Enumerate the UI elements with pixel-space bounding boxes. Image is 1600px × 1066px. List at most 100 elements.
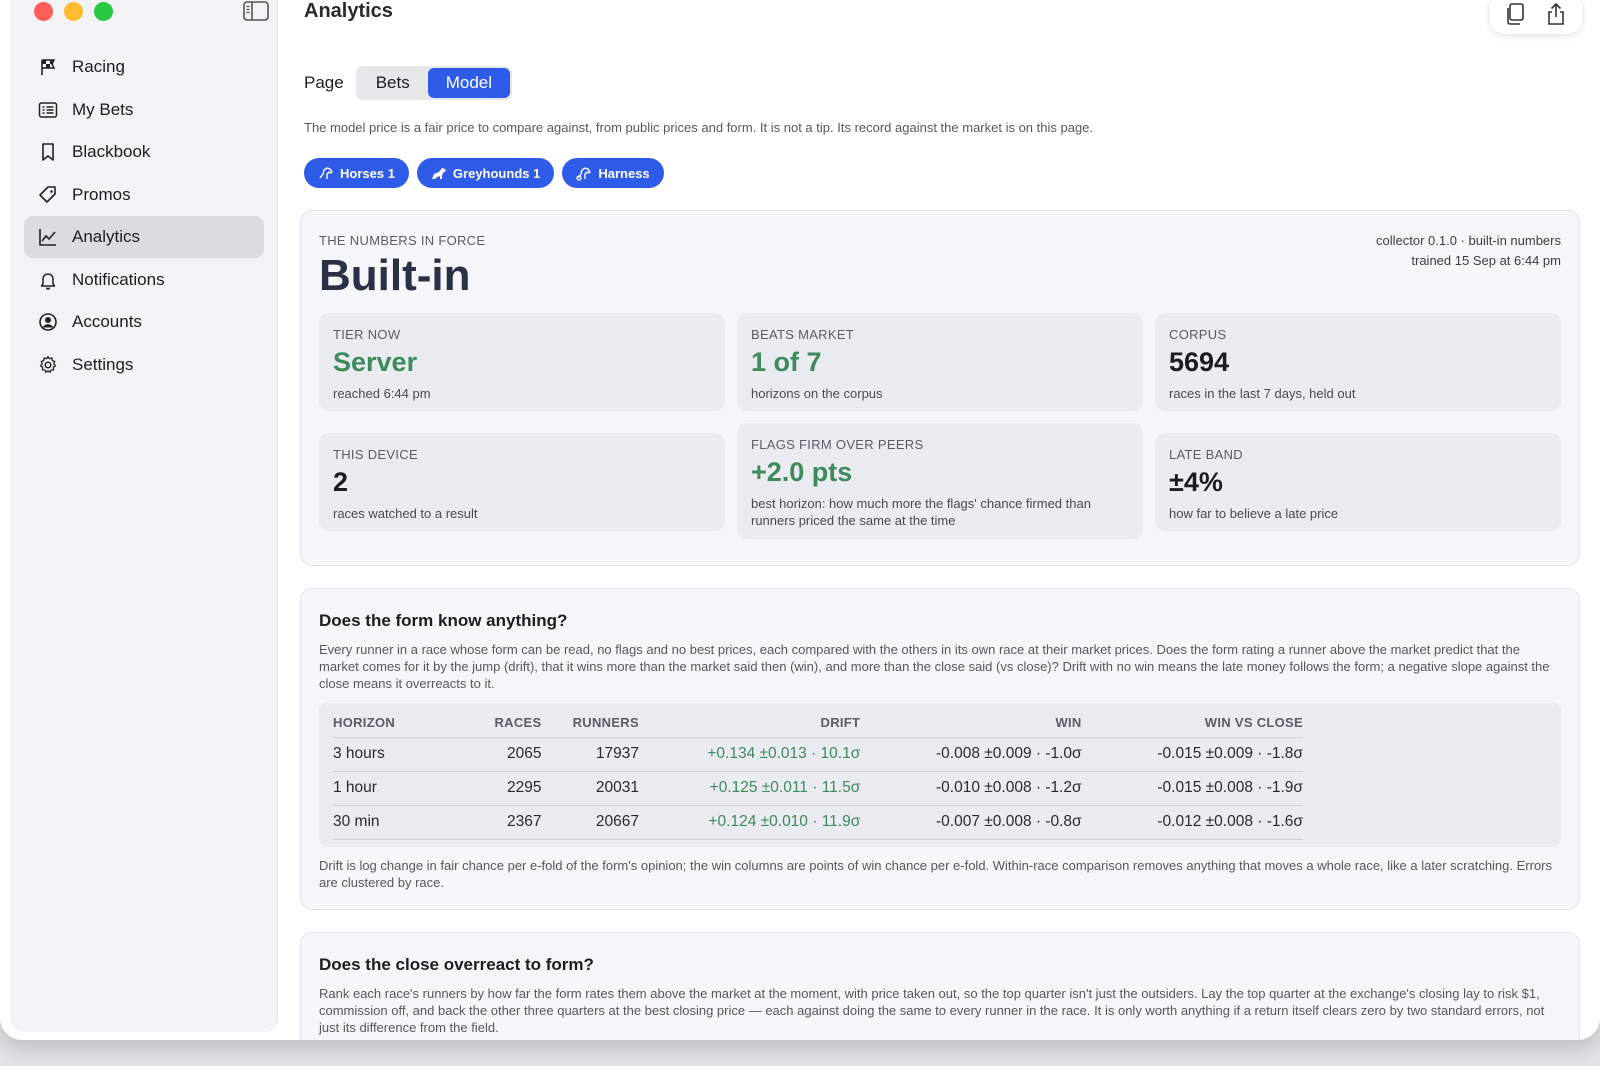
segment-model-button[interactable]: Model (427, 68, 511, 98)
sidebar-nav: Racing My Bets Blackbook Promos Analytic… (24, 46, 264, 386)
tile-value: 5694 (1169, 347, 1230, 377)
force-meta-trained: trained 15 Sep at 6:44 pm (1411, 253, 1561, 268)
bell-icon (40, 272, 56, 290)
section-title: Does the close overreact to form? (319, 955, 594, 974)
tile-sub: horizons on the corpus (751, 386, 883, 401)
cell-runners: 20667 (541, 805, 639, 840)
page-selector: Page Bets Model (304, 66, 513, 100)
form-knowledge-card: Does the form know anything? Every runne… (300, 588, 1580, 910)
segment-bets-button[interactable]: Bets (358, 68, 428, 98)
cell-win: -0.010 ±0.008 · -1.2σ (860, 771, 1082, 806)
tile-value: 1 of 7 (751, 347, 822, 377)
tile-sub: races in the last 7 days, held out (1169, 386, 1356, 401)
chip-greyhounds[interactable]: Greyhounds 1 (416, 158, 555, 188)
col-win-vs-close: WIN VS CLOSE (1081, 709, 1303, 738)
sidebar-item-blackbook[interactable]: Blackbook (24, 131, 264, 173)
col-horizon: HORIZON (333, 709, 472, 738)
sidebar-item-notifications[interactable]: Notifications (24, 259, 264, 301)
chip-label: Greyhounds 1 (452, 165, 541, 181)
cell-horizon: 30 min (333, 805, 472, 840)
tile-value: +2.0 pts (751, 457, 853, 487)
cell-horizon: 3 hours (333, 737, 472, 772)
sidebar-item-label: Promos (72, 184, 131, 204)
cell-drift: +0.134 ±0.013 · 10.1σ (638, 737, 861, 772)
page-selector-label: Page (304, 73, 344, 92)
tile-value: Server (333, 347, 418, 377)
tile-corpus: CORPUS 5694 races in the last 7 days, he… (1155, 313, 1561, 411)
cell-drift: +0.125 ±0.011 · 11.5σ (638, 771, 861, 806)
tile-tier-now: TIER NOW Server reached 6:44 pm (319, 313, 725, 411)
chip-horses[interactable]: Horses 1 (304, 158, 409, 188)
sidebar-item-label: Analytics (72, 227, 141, 246)
col-drift: DRIFT (638, 709, 861, 738)
page-segmented-control: Bets Model (355, 66, 513, 100)
sidebar-item-settings[interactable]: Settings (24, 344, 264, 386)
section-title: Does the form know anything? (319, 611, 568, 630)
gear-icon (39, 355, 57, 373)
code-filter-chips: Horses 1 Greyhounds 1 Harness (304, 158, 664, 188)
person-icon (39, 313, 57, 331)
cell-win: -0.007 ±0.008 · -0.8σ (860, 805, 1082, 840)
table-row: 1 hour 2295 20031 +0.125 ±0.011 · 11.5σ … (333, 771, 1303, 806)
sidebar-item-label: My Bets (72, 99, 134, 119)
sidebar-item-analytics[interactable]: Analytics (24, 216, 264, 258)
window-controls (34, 2, 113, 21)
chip-harness[interactable]: Harness (562, 158, 664, 188)
cell-races: 2367 (471, 805, 542, 840)
sidebar-toggle-icon (243, 1, 269, 21)
close-overreact-card: Does the close overreact to form? Rank e… (300, 932, 1580, 1040)
sidebar-item-accounts[interactable]: Accounts (24, 301, 264, 343)
cell-win-vs-close: -0.015 ±0.009 · -1.8σ (1081, 737, 1303, 772)
tile-flags-firm: FLAGS FIRM OVER PEERS +2.0 pts best hori… (737, 423, 1143, 539)
flag-icon (41, 59, 56, 75)
table-footnote: Drift is log change in fair chance per e… (319, 858, 1553, 890)
bookmark-icon (42, 143, 54, 161)
tile-label: FLAGS FIRM OVER PEERS (751, 437, 924, 452)
tile-beats-market: BEATS MARKET 1 of 7 horizons on the corp… (737, 313, 1143, 411)
table-row: 3 hours 2065 17937 +0.134 ±0.013 · 10.1σ… (333, 737, 1303, 772)
app-window: Racing My Bets Blackbook Promos Analytic… (0, 0, 1600, 1040)
cell-runners: 20031 (541, 771, 639, 806)
table-header-row: HORIZON RACES RUNNERS DRIFT WIN WIN VS C… (333, 709, 1303, 738)
zoom-window-button[interactable] (94, 2, 113, 21)
tag-icon (39, 185, 56, 203)
sidebar-item-promos[interactable]: Promos (24, 174, 264, 216)
tile-this-device: THIS DEVICE 2 races watched to a result (319, 433, 725, 531)
tile-late-band: LATE BAND ±4% how far to believe a late … (1155, 433, 1561, 531)
sidebar-item-racing[interactable]: Racing (24, 46, 264, 88)
sidebar-toggle-button[interactable] (242, 0, 270, 22)
section-body: Rank each race's runners by how far the … (319, 986, 1545, 1035)
sidebar-item-label: Racing (72, 57, 125, 76)
sidebar-item-label: Blackbook (72, 142, 151, 161)
force-meta-collector: collector 0.1.0 · built-in numbers (1376, 233, 1561, 248)
share-icon[interactable] (1543, 1, 1569, 27)
sidebar-item-label: Notifications (72, 269, 165, 289)
chart-icon (39, 229, 56, 246)
tile-label: LATE BAND (1169, 447, 1243, 462)
force-title: Built-in (319, 251, 471, 300)
sidebar-item-my-bets[interactable]: My Bets (24, 89, 264, 131)
sidebar-item-label: Accounts (72, 312, 142, 331)
force-eyebrow: THE NUMBERS IN FORCE (319, 233, 486, 248)
cell-win-vs-close: -0.015 ±0.008 · -1.9σ (1081, 771, 1303, 806)
tile-sub: reached 6:44 pm (333, 386, 431, 401)
tile-value: ±4% (1169, 467, 1223, 497)
col-win: WIN (860, 709, 1082, 738)
form-table-container: HORIZON RACES RUNNERS DRIFT WIN WIN VS C… (319, 703, 1561, 847)
tile-label: BEATS MARKET (751, 327, 855, 342)
col-races: RACES (471, 709, 542, 738)
minimize-window-button[interactable] (64, 2, 83, 21)
harness-icon (576, 167, 592, 181)
cell-win: -0.008 ±0.009 · -1.0σ (860, 737, 1082, 772)
close-window-button[interactable] (34, 2, 53, 21)
tile-sub: best horizon: how much more the flags' c… (751, 496, 1091, 528)
form-table: HORIZON RACES RUNNERS DRIFT WIN WIN VS C… (333, 709, 1303, 840)
numbers-in-force-card: THE NUMBERS IN FORCE Built-in collector … (300, 210, 1580, 566)
tile-sub: races watched to a result (333, 506, 478, 521)
section-body: Every runner in a race whose form can be… (319, 642, 1550, 691)
copy-icon[interactable] (1503, 1, 1529, 27)
main-content: Analytics Page Bets Model The model pric… (278, 0, 1600, 1040)
tile-label: TIER NOW (333, 327, 401, 342)
tile-value: 2 (333, 467, 349, 497)
tile-sub: how far to believe a late price (1169, 506, 1339, 521)
